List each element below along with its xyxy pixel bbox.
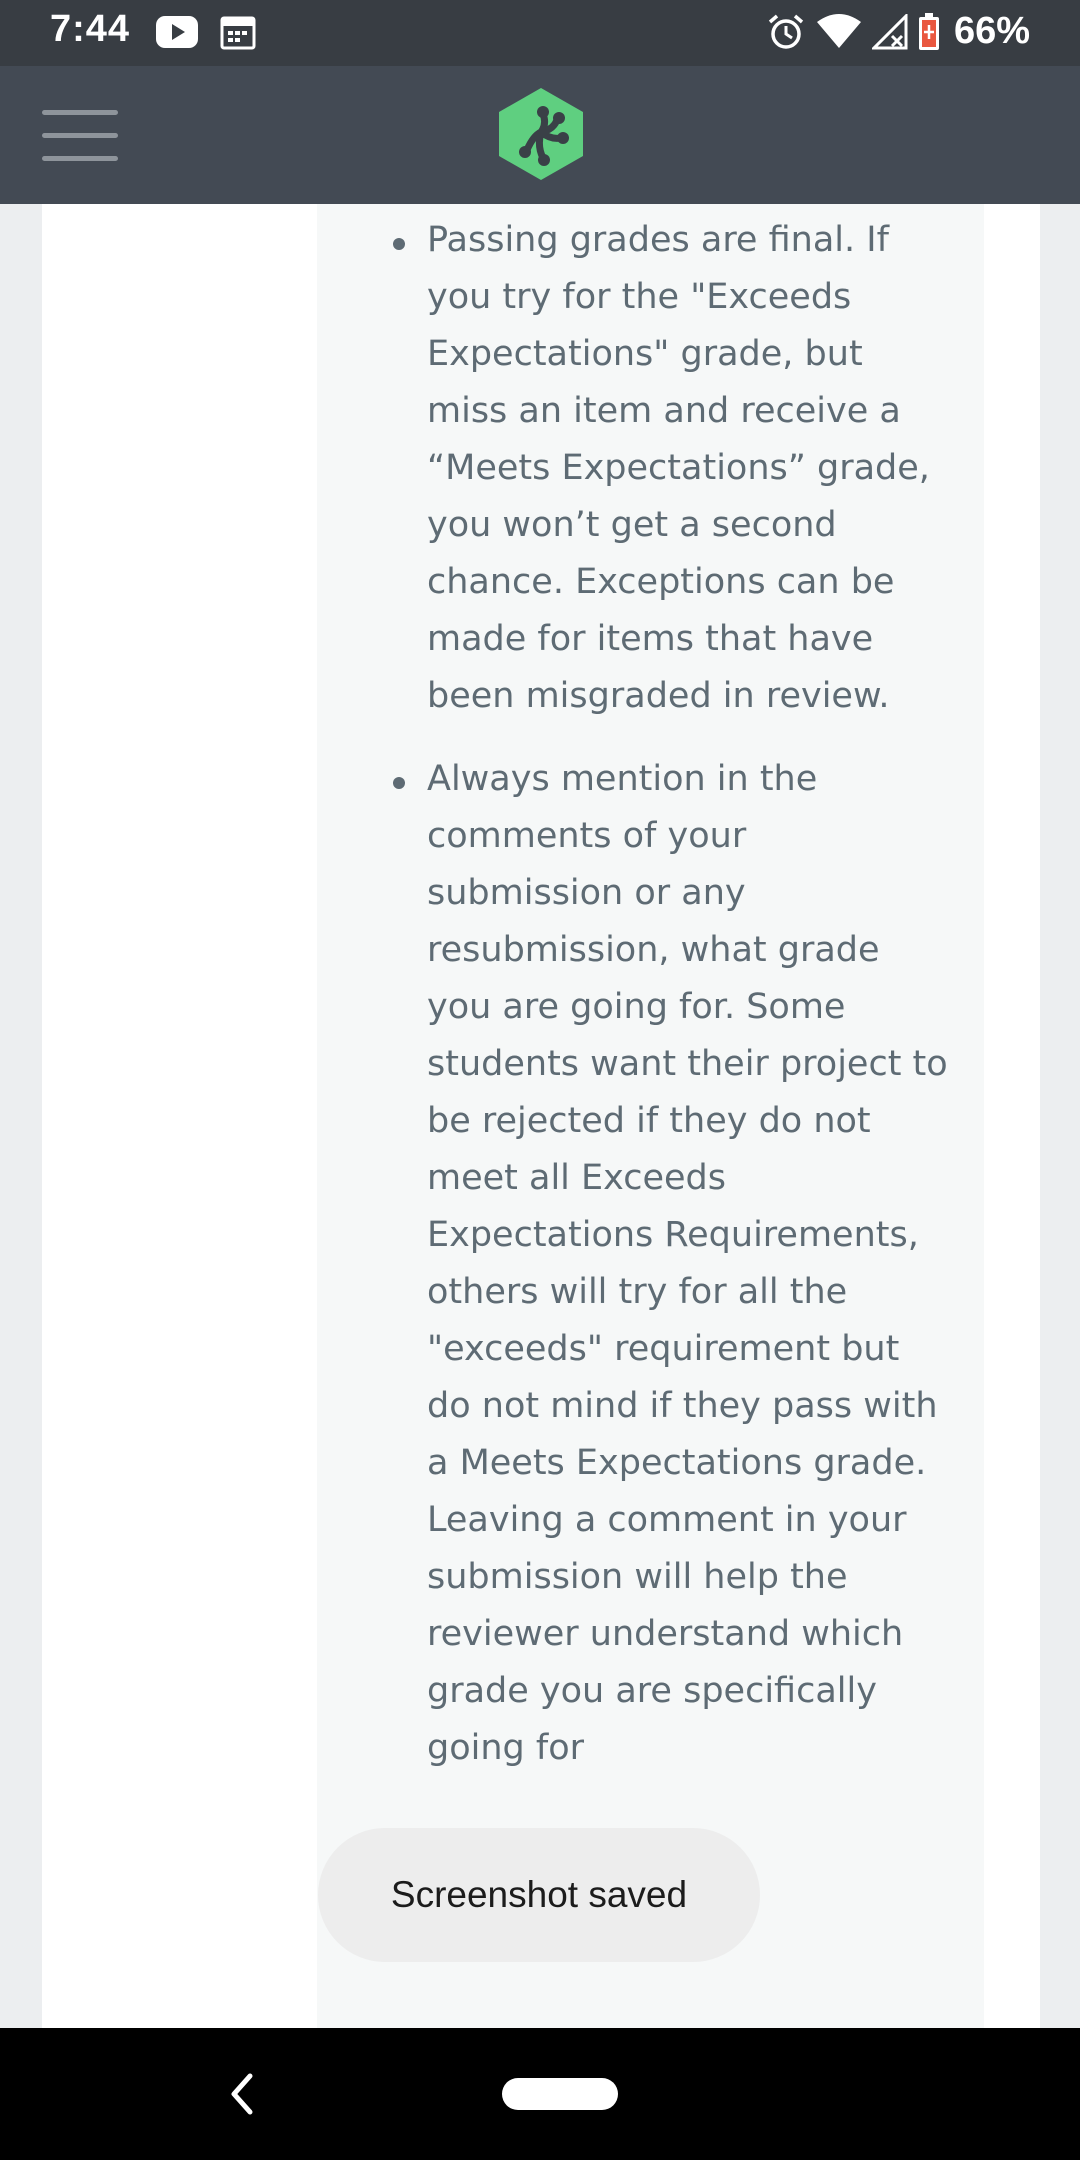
wifi-icon bbox=[816, 13, 861, 48]
signal-icon bbox=[871, 13, 908, 49]
requirements-bullet-list: Passing grades are final. If you try for… bbox=[393, 212, 953, 1803]
hamburger-menu-icon[interactable] bbox=[42, 110, 118, 162]
app-header bbox=[0, 66, 1080, 204]
calendar-icon bbox=[220, 16, 256, 50]
status-left-icons bbox=[156, 14, 256, 50]
battery-percent: 66% bbox=[953, 10, 1030, 52]
system-nav-bar bbox=[0, 2028, 1080, 2160]
battery-icon bbox=[918, 12, 939, 50]
status-time: 7:44 bbox=[50, 8, 131, 50]
status-bar: 7:44 66% bbox=[0, 0, 1080, 66]
bullet-mention-grade: Always mention in the comments of your s… bbox=[393, 751, 953, 1777]
alarm-icon bbox=[768, 14, 804, 49]
home-pill-icon[interactable] bbox=[502, 2078, 618, 2110]
youtube-icon bbox=[156, 16, 198, 48]
status-right-icons: 66% bbox=[766, 10, 1030, 53]
bullet-passing-grades: Passing grades are final. If you try for… bbox=[393, 212, 953, 725]
screenshot-saved-toast: Screenshot saved bbox=[318, 1828, 760, 1962]
treehouse-logo-icon[interactable] bbox=[497, 86, 585, 182]
back-chevron-icon[interactable] bbox=[222, 2064, 262, 2124]
